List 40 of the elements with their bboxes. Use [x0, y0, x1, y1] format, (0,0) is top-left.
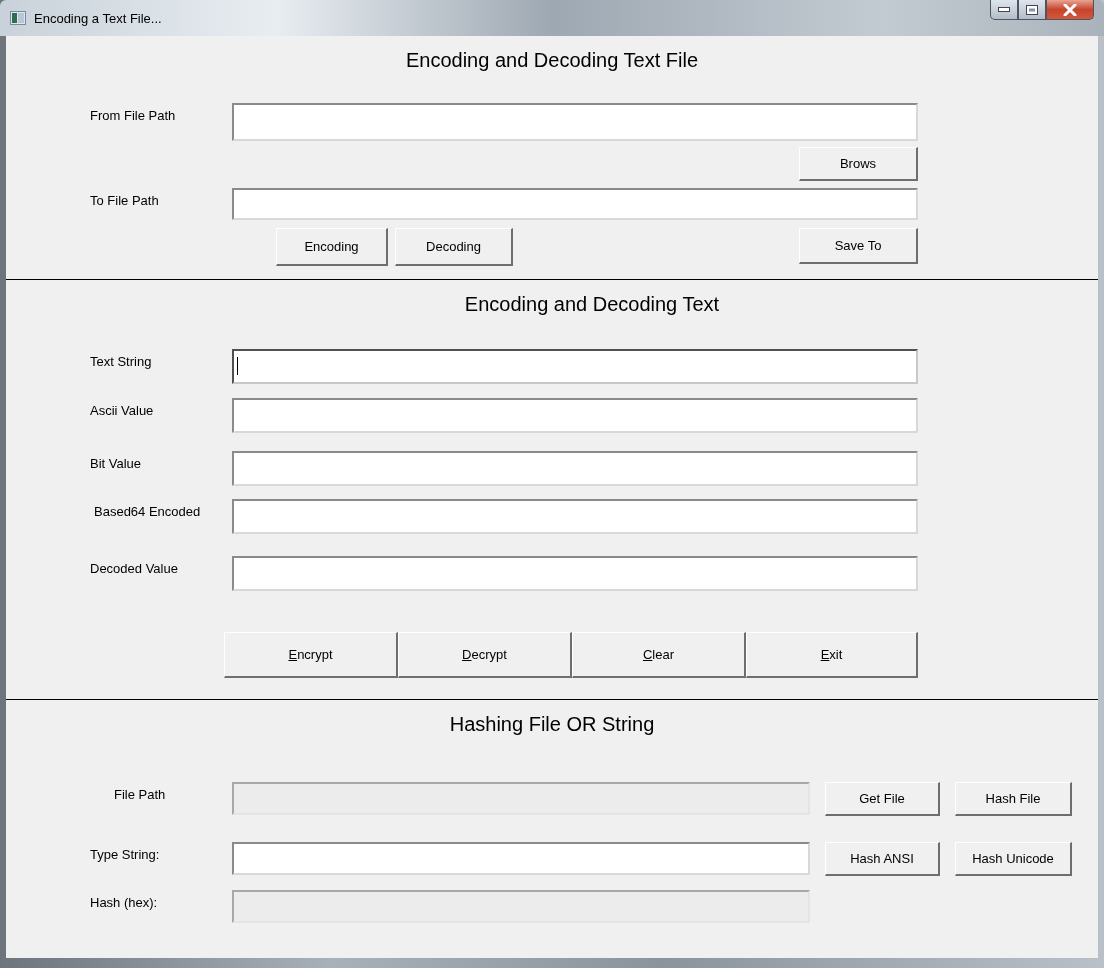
- minimize-icon: [998, 7, 1010, 12]
- browse-button[interactable]: Brows: [799, 147, 918, 181]
- field-label: From File Path: [90, 107, 177, 123]
- field-label: To File Path: [90, 192, 160, 208]
- action-button[interactable]: Decoding: [395, 228, 513, 266]
- field-label: Bit Value: [90, 455, 143, 471]
- input-field[interactable]: [232, 556, 918, 591]
- input-field[interactable]: [232, 398, 918, 433]
- command-button[interactable]: Decrypt: [398, 632, 572, 678]
- field-label: Decoded Value: [90, 560, 179, 576]
- hash-button[interactable]: Hash Unicode: [955, 842, 1072, 876]
- input-field[interactable]: [232, 451, 918, 486]
- app-icon: [10, 11, 26, 25]
- input-field[interactable]: [232, 103, 918, 141]
- command-button[interactable]: Exit: [746, 632, 918, 678]
- input-field[interactable]: [232, 349, 918, 384]
- action-button[interactable]: Encoding: [276, 228, 388, 266]
- window-title: Encoding a Text File...: [34, 10, 162, 26]
- input-field[interactable]: [232, 842, 810, 875]
- hash-button[interactable]: Hash ANSI: [825, 842, 940, 876]
- field-label: Hash (hex):: [90, 894, 159, 910]
- field-label: File Path: [114, 786, 167, 802]
- minimize-button[interactable]: [990, 0, 1018, 20]
- section-heading: Hashing File OR String: [448, 712, 656, 736]
- command-button[interactable]: Clear: [572, 632, 746, 678]
- input-field[interactable]: [232, 188, 918, 220]
- maximize-icon: [1026, 4, 1038, 15]
- field-label: Ascii Value: [90, 402, 155, 418]
- field-label: Based64 Encoded: [94, 503, 202, 519]
- close-button[interactable]: [1046, 0, 1094, 20]
- field-label: Text String: [90, 353, 153, 369]
- text-cursor: [237, 357, 238, 375]
- save-button[interactable]: Save To: [799, 228, 918, 264]
- command-button[interactable]: Encrypt: [224, 632, 398, 678]
- section-heading: Encoding and Decoding Text: [463, 292, 721, 316]
- field-label: Type String:: [90, 846, 161, 862]
- input-field[interactable]: [232, 499, 918, 534]
- close-icon: [1063, 3, 1077, 16]
- maximize-button[interactable]: [1018, 0, 1046, 20]
- section-heading: Encoding and Decoding Text File: [404, 48, 699, 72]
